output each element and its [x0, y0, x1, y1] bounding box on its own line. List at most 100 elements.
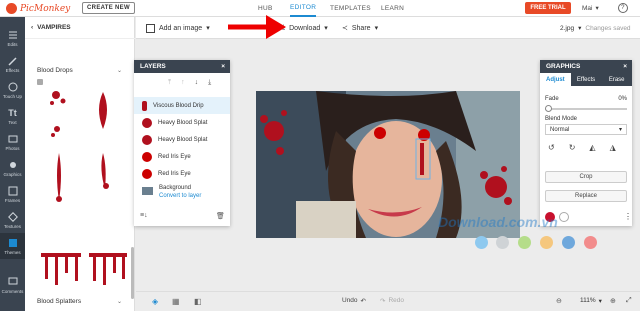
zoom-in-icon[interactable]: ⊕	[610, 297, 616, 305]
tab-erase[interactable]: Erase	[601, 73, 632, 86]
comment-icon	[7, 276, 18, 287]
share-icon: ≺	[342, 25, 348, 32]
color-swatch-empty[interactable]	[559, 212, 569, 222]
file-name[interactable]: 2.jpg ▾ Changes saved	[560, 17, 631, 39]
rail-graphics[interactable]: Graphics	[0, 155, 25, 181]
rotate-left-icon[interactable]: ↺	[548, 143, 555, 152]
crop-button[interactable]: Crop	[545, 171, 627, 183]
move-bottom-icon[interactable]: ⤓	[208, 79, 211, 87]
section-blood-drops: Blood Drops	[37, 67, 73, 74]
zoom-select[interactable]: 111% ▾	[580, 297, 602, 305]
rail-comments[interactable]: Comments	[0, 272, 25, 298]
graphics-subpanel: ‹ VAMPIRES Blood Drops ⌄ Blood Splatters…	[25, 17, 135, 311]
slider-handle[interactable]	[545, 105, 552, 112]
layer-item[interactable]: Red Iris Eye	[134, 165, 230, 182]
chevron-down-icon: ▾	[374, 25, 379, 32]
eye-thumb-icon	[142, 168, 152, 179]
fullscreen-icon[interactable]: ⤢	[626, 297, 632, 305]
watermark-dot	[562, 236, 575, 249]
blood-drop-5	[56, 153, 62, 202]
chevron-down-icon[interactable]: ⌄	[117, 298, 122, 305]
redo-icon: ↷	[380, 298, 386, 305]
watermark-dot	[518, 236, 531, 249]
top-bar: PicMonkey CREATE NEW HUB EDITOR TEMPLATE…	[0, 0, 640, 17]
graphics-tabs: Adjust Effects Erase	[540, 73, 632, 86]
blood-drop-6	[101, 153, 109, 189]
rail-edits[interactable]: Edits	[0, 25, 25, 51]
layer-item[interactable]: Red Iris Eye	[134, 148, 230, 165]
compare-icon[interactable]: ◧	[194, 297, 202, 306]
rail-text[interactable]: Tt Text	[0, 103, 25, 129]
trash-icon[interactable]: 🗑	[216, 212, 225, 220]
rail-photos[interactable]: Photos	[0, 129, 25, 155]
zoom-out-icon[interactable]: ⊖	[556, 297, 562, 305]
blend-mode-label: Blend Mode	[545, 116, 578, 122]
nav-editor[interactable]: EDITOR	[290, 0, 317, 17]
close-icon[interactable]: ×	[623, 63, 627, 70]
redo-button[interactable]: ↷ Redo	[380, 297, 404, 305]
share-button[interactable]: ≺ Share ▾	[342, 17, 378, 39]
grid-icon[interactable]: ▦	[172, 297, 180, 306]
rail-touch-up[interactable]: Touch Up	[0, 77, 25, 103]
layer-item[interactable]: Heavy Blood Splat	[134, 114, 230, 131]
layers-title: LAYERS	[140, 63, 166, 70]
layers-toggle-icon[interactable]: ◈	[152, 297, 158, 306]
fade-row: Fade 0%	[545, 96, 627, 102]
back-link[interactable]: ‹ VAMPIRES	[25, 17, 135, 39]
picmonkey-logo[interactable]: PicMonkey	[6, 2, 70, 15]
rail-frames[interactable]: Frames	[0, 181, 25, 207]
wand-icon	[7, 55, 18, 66]
add-image-label: Add an image	[159, 24, 203, 32]
frame-icon	[7, 185, 18, 196]
watermark: Download.com.vn	[438, 214, 558, 230]
graphics-header: GRAPHICS ×	[540, 60, 632, 73]
save-status: Changes saved	[585, 24, 631, 32]
subpanel-title: VAMPIRES	[37, 24, 71, 31]
tab-effects[interactable]: Effects	[571, 73, 602, 86]
move-down-icon[interactable]: ↓	[195, 79, 199, 87]
flip-vertical-icon[interactable]: ◮	[610, 143, 616, 152]
user-menu[interactable]: Mai ▾ ?	[582, 2, 628, 14]
rail-effects[interactable]: Effects	[0, 51, 25, 77]
blend-mode-select[interactable]: Normal ▾	[545, 124, 627, 135]
redo-label: Redo	[388, 297, 404, 304]
move-top-icon[interactable]: ⤒	[168, 79, 171, 87]
chevron-down-icon[interactable]: ⌄	[117, 67, 122, 74]
nav-learn[interactable]: LEARN	[381, 0, 404, 17]
rail-label: Comments	[1, 289, 24, 294]
convert-to-layer-link[interactable]: Convert to layer	[159, 193, 201, 199]
rail-label: Themes	[4, 250, 21, 255]
layer-label: Viscous Blood Drip	[153, 102, 204, 109]
blood-drip-2	[89, 253, 127, 285]
download-button[interactable]: ⤓ Download ▾	[282, 17, 328, 39]
blood-drop-2	[50, 98, 66, 105]
watermark-dot	[475, 236, 488, 249]
flip-horizontal-icon[interactable]: ◭	[589, 143, 595, 152]
viscous-blood-drip	[420, 143, 424, 175]
help-icon[interactable]: ?	[617, 3, 628, 13]
fade-slider[interactable]	[545, 105, 627, 112]
add-image-button[interactable]: Add an image ▾	[146, 17, 210, 39]
subpanel-scrollbar[interactable]	[131, 247, 134, 299]
layer-item[interactable]: Heavy Blood Splat	[134, 131, 230, 148]
text-icon: Tt	[8, 107, 17, 118]
create-new-button[interactable]: CREATE NEW	[82, 2, 135, 14]
more-icon[interactable]: ⋮	[624, 212, 632, 221]
move-up-icon[interactable]: ↑	[181, 79, 185, 87]
zoom-value: 111%	[580, 297, 596, 304]
rail-themes[interactable]: Themes	[0, 233, 25, 259]
layer-label: Red Iris Eye	[158, 170, 191, 177]
layer-sort-icon[interactable]: ≡↓	[140, 212, 148, 219]
close-icon[interactable]: ×	[221, 63, 225, 70]
nav-templates[interactable]: TEMPLATES	[330, 0, 371, 17]
rotate-right-icon[interactable]: ↻	[569, 143, 576, 152]
undo-button[interactable]: Undo ↶	[342, 297, 366, 305]
layer-item[interactable]: Viscous Blood Drip	[134, 97, 230, 114]
watermark-dot	[540, 236, 553, 249]
rail-textures[interactable]: Textures	[0, 207, 25, 233]
free-trial-button[interactable]: FREE TRIAL	[525, 2, 571, 14]
replace-button[interactable]: Replace	[545, 190, 627, 202]
watermark-dot	[584, 236, 597, 249]
tab-adjust[interactable]: Adjust	[540, 73, 571, 86]
background-layer[interactable]: Background Convert to layer	[142, 185, 201, 199]
